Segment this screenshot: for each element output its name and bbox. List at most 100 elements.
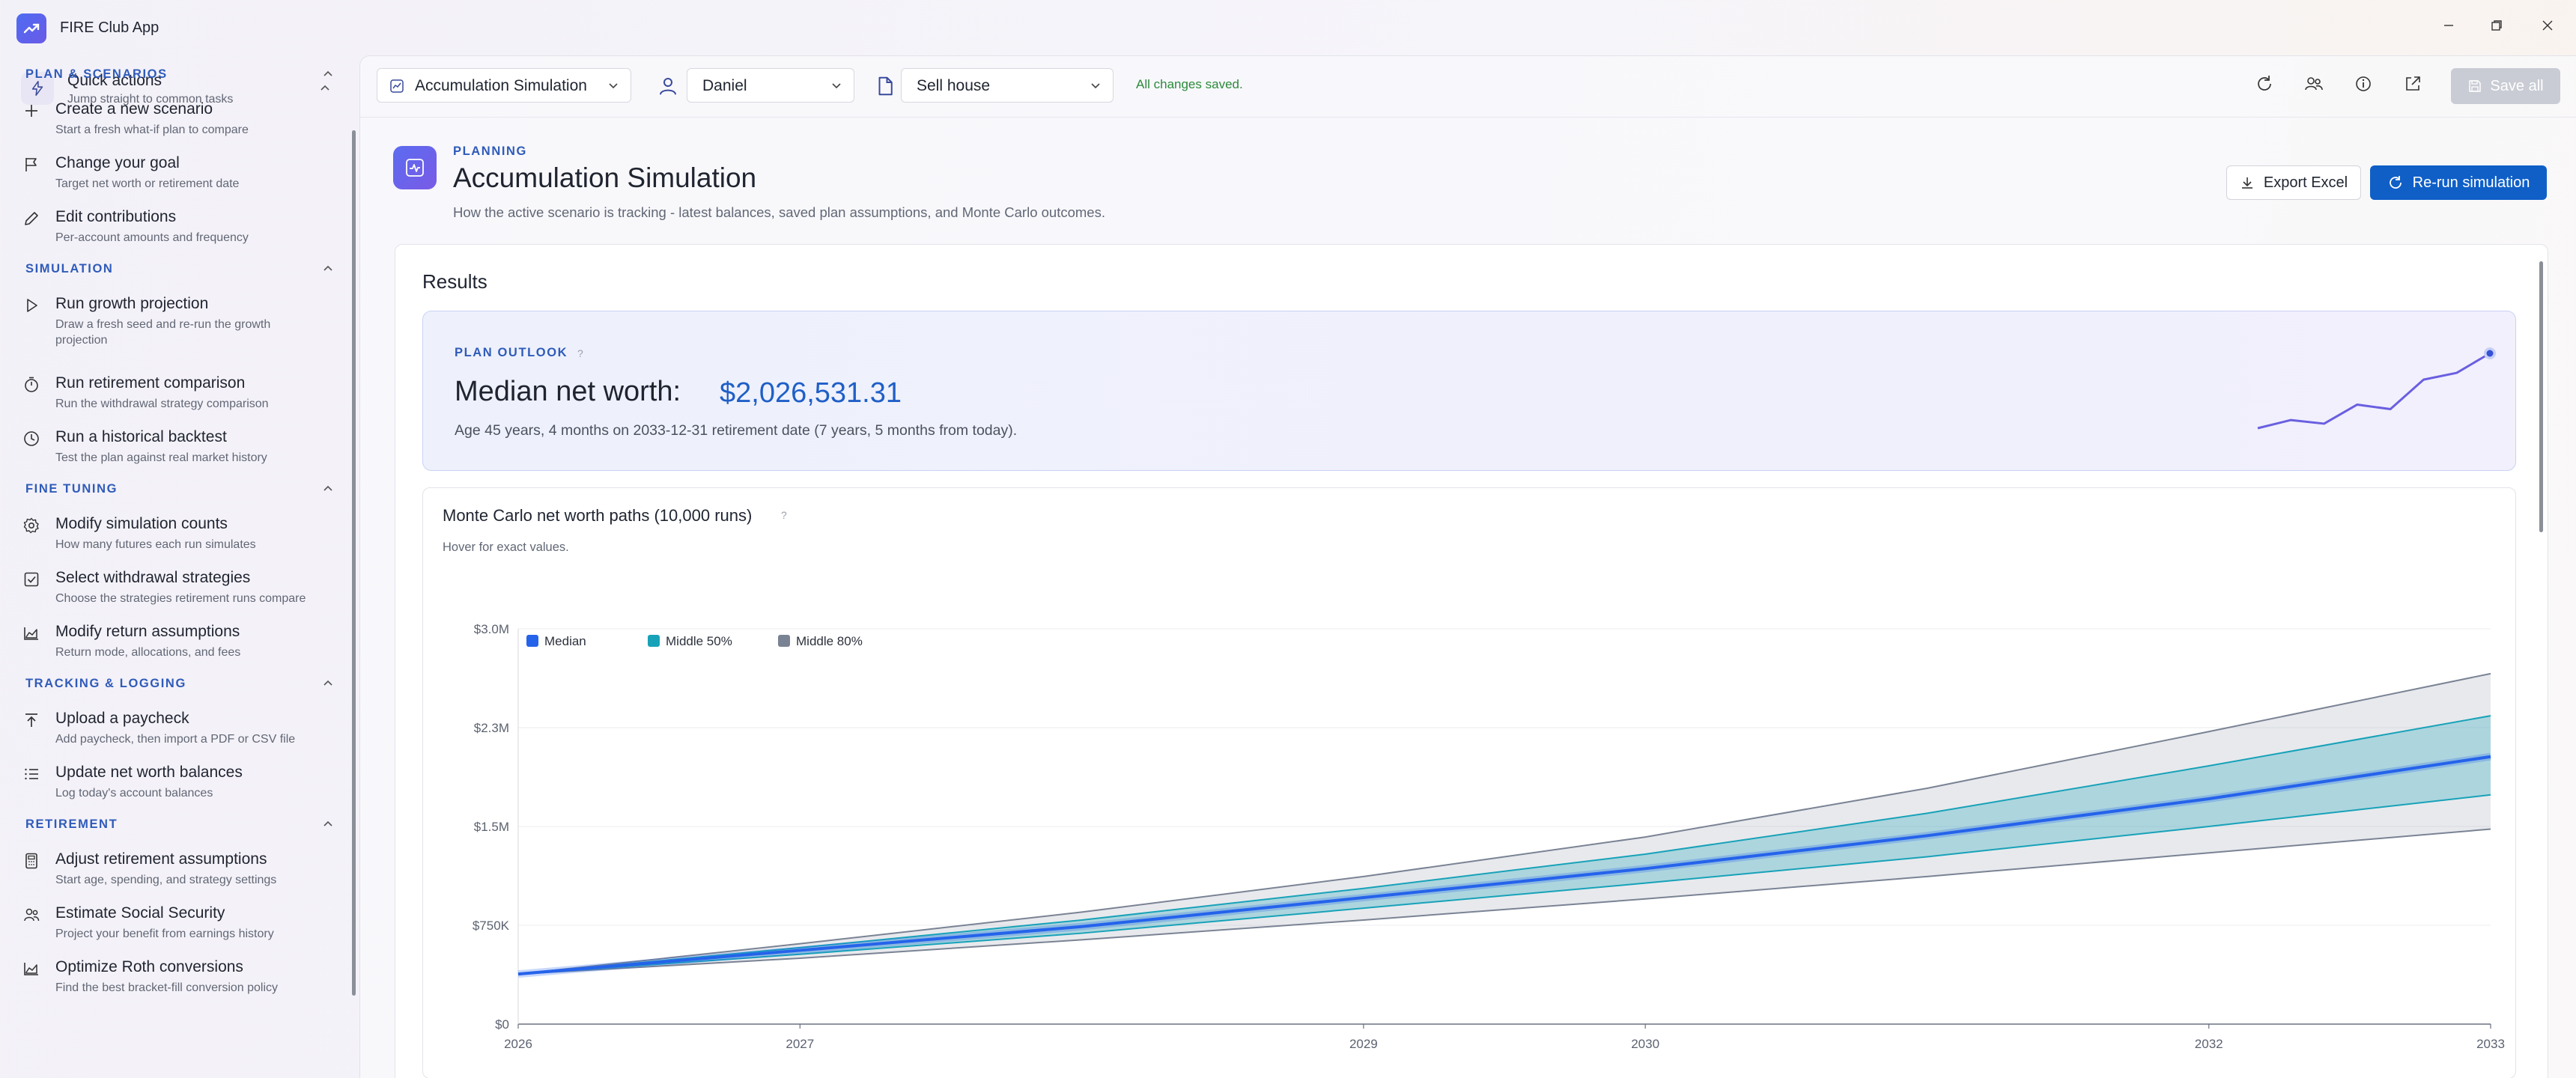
sidebar-item-subtitle: Log today's account balances [55, 787, 213, 800]
sidebar-item[interactable]: Modify return assumptions Return mode, a… [22, 623, 337, 671]
sidebar-item-subtitle: Start age, spending, and strategy settin… [55, 874, 277, 886]
close-icon [2542, 20, 2553, 31]
people-icon [24, 908, 40, 922]
sidebar-item-title: Estimate Social Security [55, 904, 225, 922]
chevron-down-icon [1091, 83, 1100, 89]
save-all-button[interactable]: Save all [2451, 68, 2560, 104]
sidebar-item[interactable]: Create a new scenario Start a fresh what… [22, 100, 337, 148]
sidebar: Quick actions Jump straight to common ta… [0, 58, 359, 1078]
sidebar-item-title: Run retirement comparison [55, 374, 246, 392]
person-dropdown-value: Daniel [702, 77, 747, 94]
chevron-up-icon[interactable] [319, 82, 331, 94]
view-dropdown[interactable]: Accumulation Simulation [377, 68, 631, 103]
y-tick-label: $750K [473, 919, 510, 933]
sidebar-item[interactable]: Adjust retirement assumptions Start age,… [22, 850, 337, 898]
sidebar-item[interactable]: Run a historical backtest Test the plan … [22, 428, 337, 476]
sidebar-item-title: Change your goal [55, 154, 180, 171]
sidebar-item[interactable]: Edit contributions Per-account amounts a… [22, 208, 337, 256]
monte-carlo-chart[interactable]: $0 $750K $1.5M $2.3M $3.0M 2026 2027 2029 2030 20… [423, 563, 2517, 1057]
export-excel-label: Export Excel [2263, 174, 2348, 191]
chevron-down-icon [832, 83, 841, 89]
sidebar-item[interactable]: Change your goal Target net worth or ret… [22, 154, 337, 202]
sidebar-item-subtitle: Test the plan against real market histor… [55, 451, 267, 464]
sidebar-item[interactable]: Run retirement comparison Run the withdr… [22, 374, 337, 422]
area-chart-icon [24, 963, 38, 975]
legend-label[interactable]: Middle 80% [796, 634, 863, 648]
chevron-up-icon[interactable] [322, 483, 334, 495]
legend-swatch [648, 635, 660, 647]
net-worth-sparkline [2257, 347, 2496, 430]
rerun-simulation-button[interactable]: Re-run simulation [2370, 165, 2547, 200]
gear-icon [23, 517, 39, 534]
people-icon[interactable] [2303, 73, 2325, 95]
sidebar-section-heading: TRACKING & LOGGING [25, 677, 186, 690]
external-link-icon[interactable] [2402, 73, 2424, 95]
checkbox-icon [24, 572, 39, 587]
x-tick-label: 2026 [504, 1037, 532, 1051]
trending-up-icon [23, 23, 40, 34]
save-status: All changes saved. [1136, 77, 1243, 91]
refresh-icon[interactable] [2253, 73, 2276, 95]
chevron-up-icon[interactable] [322, 677, 334, 689]
sparkline-endpoint [2486, 350, 2494, 357]
sidebar-item-title: Modify simulation counts [55, 515, 228, 532]
sidebar-item-title: Adjust retirement assumptions [55, 850, 267, 868]
sidebar-section-heading: SIMULATION [25, 262, 114, 275]
main-scrollbar[interactable] [2539, 261, 2543, 532]
refresh-icon [2389, 176, 2402, 189]
plan-outlook-card: PLAN OUTLOOK ? Median net worth: $2,026,… [422, 311, 2516, 471]
legend-label[interactable]: Middle 50% [666, 634, 732, 648]
page-subtitle: How the active scenario is tracking - la… [453, 204, 1105, 220]
sidebar-item[interactable]: Upload a paycheck Add paycheck, then imp… [22, 710, 337, 758]
x-tick-label: 2032 [2195, 1037, 2223, 1051]
y-tick-label: $3.0M [474, 622, 509, 636]
sidebar-item[interactable]: Optimize Roth conversions Find the best … [22, 958, 337, 1006]
play-icon [27, 299, 37, 312]
sidebar-item[interactable]: Run growth projection Draw a fresh seed … [22, 295, 337, 347]
person-dropdown[interactable]: Daniel [687, 68, 854, 103]
chevron-up-icon[interactable] [322, 818, 334, 830]
sidebar-item-title: Create a new scenario [55, 100, 213, 118]
plus-icon [25, 105, 37, 117]
chevron-up-icon[interactable] [322, 68, 334, 80]
results-title: Results [422, 270, 487, 293]
save-all-label: Save all [2490, 77, 2544, 94]
info-icon[interactable] [2352, 73, 2375, 95]
legend-swatch [526, 635, 538, 647]
list-icon [25, 768, 38, 780]
upload-icon [25, 713, 37, 727]
sidebar-scrollbar[interactable] [352, 130, 356, 996]
page-eyebrow: PLANNING [453, 144, 527, 158]
sidebar-item-subtitle: Per-account amounts and frequency [55, 231, 249, 244]
sidebar-item[interactable]: Modify simulation counts How many future… [22, 515, 337, 563]
minimize-button[interactable] [2426, 10, 2471, 40]
sidebar-item-title: Select withdrawal strategies [55, 569, 251, 586]
person-icon [660, 78, 676, 95]
sidebar-item[interactable]: Select withdrawal strategies Choose the … [22, 569, 337, 617]
x-tick-label: 2030 [1631, 1037, 1659, 1051]
monte-carlo-help-icon[interactable]: ? [781, 509, 787, 521]
results-card: Results PLAN OUTLOOK ? Median net worth:… [395, 244, 2548, 1078]
sidebar-item[interactable]: Estimate Social Security Project your be… [22, 904, 337, 952]
main-panel: Accumulation Simulation Daniel Sell hous… [359, 55, 2576, 1078]
save-icon [2469, 80, 2482, 92]
export-excel-button[interactable]: Export Excel [2226, 165, 2361, 200]
scenario-dropdown[interactable]: Sell house [901, 68, 1114, 103]
app-title: FIRE Club App [60, 19, 160, 36]
document-icon [878, 76, 893, 96]
close-button[interactable] [2525, 10, 2570, 40]
rerun-simulation-label: Re-run simulation [2412, 174, 2530, 191]
chevron-up-icon[interactable] [322, 263, 334, 275]
plan-outlook-eyebrow: PLAN OUTLOOK [455, 346, 568, 359]
sidebar-item-title: Run a historical backtest [55, 428, 227, 445]
sidebar-item[interactable]: Update net worth balances Log today's ac… [22, 764, 337, 811]
timer-icon [25, 377, 38, 392]
sidebar-item-subtitle: Project your benefit from earnings histo… [55, 928, 274, 940]
restore-icon [2491, 20, 2502, 31]
planning-badge [393, 146, 437, 189]
restore-button[interactable] [2474, 10, 2519, 40]
legend-label[interactable]: Median [544, 634, 586, 648]
plan-outlook-help-icon[interactable]: ? [577, 347, 583, 359]
calculator-icon [25, 853, 37, 869]
sidebar-item-subtitle: Draw a fresh seed and re-run the growth … [55, 318, 271, 347]
